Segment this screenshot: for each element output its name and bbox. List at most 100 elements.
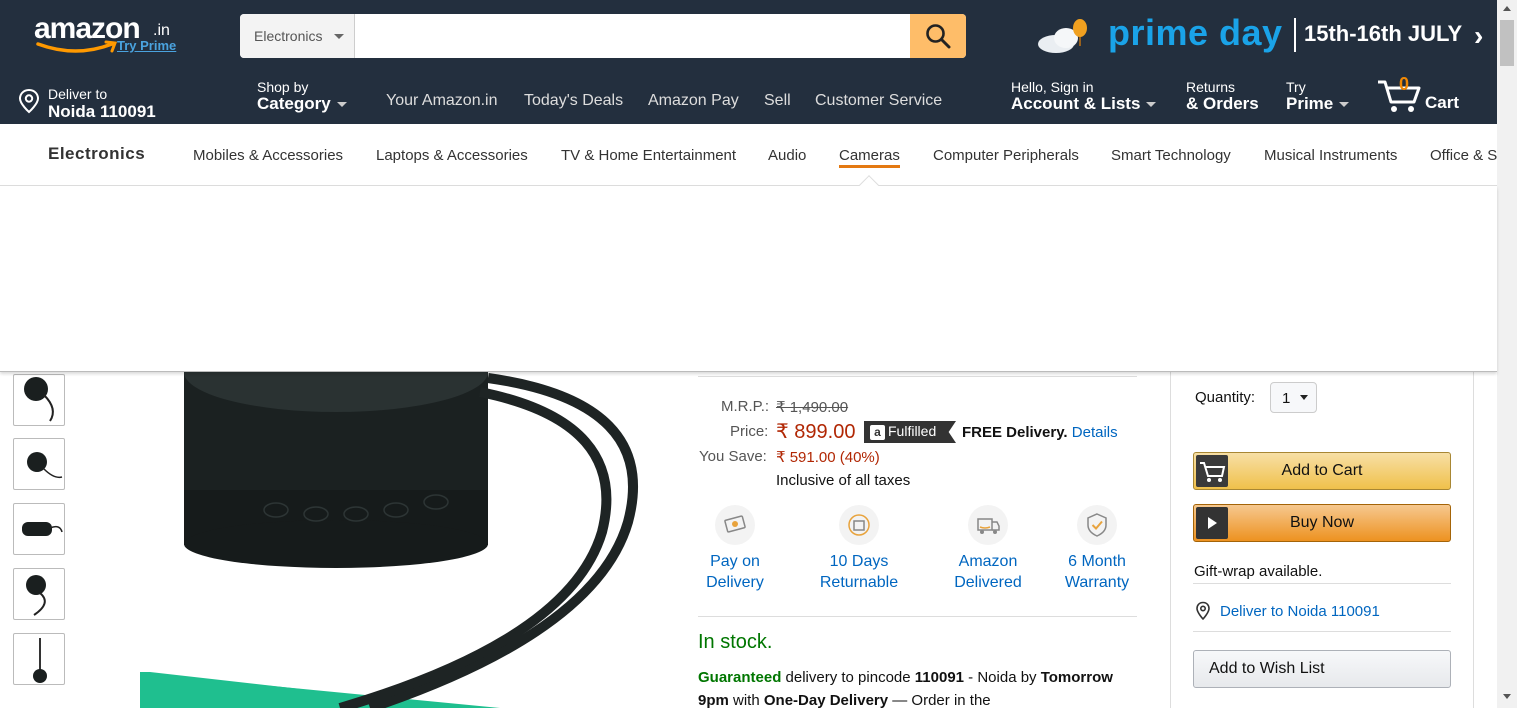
quantity-value: 1: [1282, 390, 1291, 407]
product-thumbnail-2[interactable]: [13, 438, 65, 490]
subnav-item-laptops[interactable]: Laptops & Accessories: [376, 147, 528, 164]
main-product-image[interactable]: [140, 332, 680, 708]
subnav-item-tv[interactable]: TV & Home Entertainment: [561, 147, 736, 164]
nav-link-customer-service[interactable]: Customer Service: [815, 92, 942, 110]
feature-label-line1: 10 Days: [829, 553, 889, 570]
speaker-thumbnail-icon: [27, 452, 63, 479]
caret-down-icon: [336, 102, 347, 108]
subnav-item-cameras[interactable]: Cameras: [839, 147, 900, 168]
product-thumbnail-1[interactable]: [13, 374, 65, 426]
banner-divider: [1294, 18, 1296, 52]
subnav-item-office[interactable]: Office & S: [1430, 147, 1497, 164]
deliver-to-location[interactable]: Deliver to Noida 110091: [18, 80, 218, 121]
you-save-label: You Save:: [699, 448, 767, 465]
search-bar: Electronics: [240, 14, 966, 58]
search-input[interactable]: [356, 14, 910, 58]
add-to-cart-button[interactable]: Add to Cart: [1193, 452, 1451, 490]
feature-label-line1: 6 Month: [1068, 553, 1126, 570]
nav-link-amazon-pay[interactable]: Amazon Pay: [648, 92, 739, 110]
location-pin-icon: [18, 88, 40, 114]
buy-now-label: Buy Now: [1289, 514, 1355, 531]
delivery-text: with: [728, 692, 764, 708]
subnav-item-audio[interactable]: Audio: [768, 147, 806, 164]
deliver-line2: Noida 110091: [48, 102, 156, 121]
prime-day-banner[interactable]: prime day 15th-16th JULY ›: [1036, 12, 1496, 60]
free-delivery-label: FREE Delivery.: [962, 424, 1068, 441]
returns-line1: Returns: [1186, 79, 1236, 95]
amazon-logo[interactable]: amazon .in Try Prime: [34, 12, 184, 56]
electronics-subnav: Electronics Mobiles & Accessories Laptop…: [0, 124, 1497, 186]
subnav-title[interactable]: Electronics: [48, 144, 145, 164]
product-thumbnail-4[interactable]: [13, 568, 65, 620]
delivery-text: - Noida by: [964, 669, 1041, 686]
gift-wrap-note: Gift-wrap available.: [1194, 563, 1323, 580]
feature-label-line2: Delivered: [954, 574, 1022, 591]
speaker-image: [140, 332, 680, 708]
product-thumbnail-3[interactable]: [13, 503, 65, 555]
scroll-thumb[interactable]: [1500, 20, 1514, 66]
features-divider: [698, 616, 1137, 617]
search-button[interactable]: [910, 14, 966, 58]
shop-line1: Shop by: [257, 79, 309, 95]
play-icon: [1196, 507, 1228, 539]
feature-label-line2: Returnable: [819, 574, 899, 591]
caret-down-icon: [1146, 102, 1157, 108]
feature-10-days-returnable[interactable]: 10 Days Returnable: [818, 505, 900, 593]
account-line1: Hello, Sign in: [1011, 79, 1094, 95]
cloud-balloon-icon: [1038, 19, 1087, 53]
page-scrollbar[interactable]: [1497, 0, 1517, 708]
prime-day-dates: 15th-16th JULY: [1304, 21, 1463, 46]
header-bottom: Deliver to Noida 110091 Shop by Category…: [0, 72, 1497, 124]
feature-6-month-warranty[interactable]: 6 Month Warranty: [1062, 505, 1132, 593]
feature-amazon-delivered[interactable]: Amazon Delivered: [952, 505, 1024, 593]
shop-line2: Category: [257, 94, 347, 114]
speaker-thumbnail-icon: [26, 575, 46, 616]
truck-icon: [968, 505, 1008, 545]
speaker-thumbnail-icon: [33, 638, 47, 683]
feature-label-line2: Warranty: [1064, 574, 1130, 591]
feature-label-line1: Pay on: [710, 553, 760, 570]
caret-down-icon: [1300, 395, 1308, 400]
price-label: Price:: [730, 423, 769, 440]
fulfilled-badge[interactable]: a Fulfilled: [864, 421, 956, 443]
return-icon: [839, 505, 879, 545]
buy-now-button[interactable]: Buy Now: [1193, 504, 1451, 542]
feature-label-line2: Delivery: [706, 574, 764, 591]
returns-line2: & Orders: [1186, 94, 1259, 113]
buybox-divider: [1193, 583, 1451, 584]
product-thumbnail-5[interactable]: [13, 633, 65, 685]
subnav-item-smart-technology[interactable]: Smart Technology: [1111, 147, 1231, 164]
caret-down-icon: [1339, 102, 1350, 108]
delivery-guarantee: Guaranteed delivery to pincode 110091 - …: [698, 666, 1138, 708]
speaker-thumbnail-icon: [24, 377, 54, 422]
quantity-select[interactable]: 1: [1270, 382, 1317, 413]
deliver-to-link[interactable]: Deliver to Noida 110091: [1220, 603, 1380, 620]
prime-line2: Prime: [1286, 94, 1350, 114]
quantity-label: Quantity:: [1195, 389, 1256, 406]
nav-link-sell[interactable]: Sell: [764, 92, 791, 110]
speaker-thumbnail-icon: [22, 522, 63, 536]
subnav-item-musical-instruments[interactable]: Musical Instruments: [1264, 147, 1397, 164]
scroll-down-arrow-icon[interactable]: [1503, 694, 1511, 699]
cash-icon: [715, 505, 755, 545]
taxes-note: Inclusive of all taxes: [776, 472, 911, 489]
mrp-value: ₹ 1,490.00: [776, 399, 849, 416]
subnav-item-computer-peripherals[interactable]: Computer Peripherals: [933, 147, 1079, 164]
location-pin-icon: [1196, 601, 1210, 621]
prime-line1: Try: [1286, 79, 1306, 95]
price-value: ₹ 899.00: [776, 421, 856, 443]
scroll-up-arrow-icon[interactable]: [1503, 6, 1511, 11]
try-prime-link[interactable]: Try Prime: [117, 38, 176, 53]
feature-label-line1: Amazon: [958, 553, 1018, 570]
search-category-dropdown[interactable]: Electronics: [240, 14, 355, 58]
feature-pay-on-delivery[interactable]: Pay on Delivery: [703, 505, 767, 593]
add-to-wish-list-button[interactable]: Add to Wish List: [1193, 650, 1451, 688]
subnav-item-mobiles[interactable]: Mobiles & Accessories: [193, 147, 343, 164]
smile-icon: [36, 40, 118, 53]
cameras-flyout-panel: [0, 175, 1497, 372]
details-link[interactable]: Details: [1072, 424, 1118, 441]
delivery-text: — Order in the: [888, 692, 991, 708]
add-to-cart-label: Add to Cart: [1281, 462, 1363, 479]
nav-link-your-amazon[interactable]: Your Amazon.in: [386, 92, 497, 110]
nav-link-todays-deals[interactable]: Today's Deals: [524, 92, 623, 110]
